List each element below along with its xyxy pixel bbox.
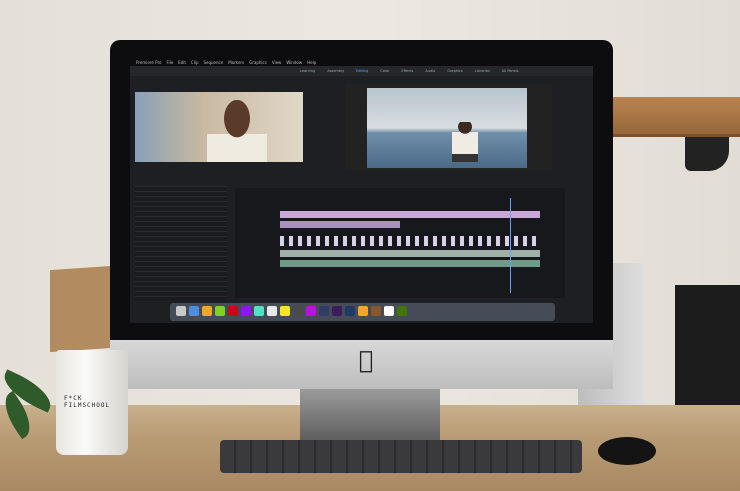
menu-edit[interactable]: Edit <box>178 60 186 65</box>
menu-help[interactable]: Help <box>307 60 316 65</box>
workspace-tab[interactable]: Libraries <box>475 69 490 76</box>
menu-window[interactable]: Window <box>286 60 302 65</box>
dock-app-icon[interactable] <box>280 306 290 316</box>
dock-app-icon[interactable] <box>397 306 407 316</box>
program-monitor <box>345 84 552 170</box>
dock-app-icon[interactable] <box>176 306 186 316</box>
timeline-clip[interactable] <box>280 221 400 228</box>
timeline-clip[interactable] <box>280 211 540 218</box>
playhead[interactable] <box>510 198 511 293</box>
dock <box>170 303 555 321</box>
wall-shelf <box>612 97 740 137</box>
workspace-tab[interactable]: Assembly <box>327 69 344 76</box>
workspace-tab[interactable]: Effects <box>401 69 413 76</box>
workspace-bar: Learning Assembly Editing Color Effects … <box>130 66 593 76</box>
timeline-clip[interactable] <box>280 250 540 257</box>
dock-app-icon[interactable] <box>254 306 264 316</box>
timeline-clip[interactable] <box>280 260 540 267</box>
program-frame-figure <box>452 122 478 162</box>
dock-app-icon[interactable] <box>358 306 368 316</box>
menu-file[interactable]: File <box>166 60 173 65</box>
project-panel[interactable] <box>135 186 227 301</box>
source-frame-man <box>207 100 267 162</box>
book-box <box>50 265 112 353</box>
program-frame-window <box>367 88 527 168</box>
menu-graphics[interactable]: Graphics <box>249 60 267 65</box>
dock-app-icon[interactable] <box>241 306 251 316</box>
menu-app[interactable]: Premiere Pro <box>136 60 161 65</box>
mug: F*CK FILMSCHOOL <box>56 350 128 455</box>
imac-stand <box>300 389 440 441</box>
dock-app-icon[interactable] <box>345 306 355 316</box>
dock-app-icon[interactable] <box>371 306 381 316</box>
timeline-panel[interactable] <box>235 188 565 298</box>
dock-app-icon[interactable] <box>215 306 225 316</box>
mouse <box>598 437 656 465</box>
keyboard <box>220 440 582 473</box>
workspace-tab-active[interactable]: Editing <box>356 69 368 76</box>
workspace-tab[interactable]: All Panels <box>502 69 519 76</box>
dock-app-icon[interactable] <box>202 306 212 316</box>
menu-clip[interactable]: Clip <box>191 60 199 65</box>
mug-logo: F*CK FILMSCHOOL <box>64 395 111 409</box>
shelf-bracket <box>685 137 729 171</box>
workspace-tab[interactable]: Learning <box>300 69 315 76</box>
dock-app-icon[interactable] <box>384 306 394 316</box>
timeline-clip[interactable] <box>280 236 540 246</box>
workspace-tab[interactable]: Audio <box>425 69 435 76</box>
dock-app-icon[interactable] <box>189 306 199 316</box>
imac-screen: Premiere Pro File Edit Clip Sequence Mar… <box>130 58 593 323</box>
menu-sequence[interactable]: Sequence <box>203 60 223 65</box>
apple-logo-icon:  <box>354 346 378 374</box>
workspace-tab[interactable]: Color <box>380 69 389 76</box>
dock-app-icon[interactable] <box>228 306 238 316</box>
menu-markers[interactable]: Markers <box>228 60 244 65</box>
menu-bar: Premiere Pro File Edit Clip Sequence Mar… <box>130 58 593 66</box>
dock-app-icon[interactable] <box>293 306 303 316</box>
dock-app-icon[interactable] <box>319 306 329 316</box>
source-monitor <box>135 92 303 162</box>
dock-app-icon[interactable] <box>267 306 277 316</box>
menu-view[interactable]: View <box>272 60 282 65</box>
workspace-tab[interactable]: Graphics <box>447 69 462 76</box>
dock-app-icon[interactable] <box>332 306 342 316</box>
dock-app-icon[interactable] <box>306 306 316 316</box>
